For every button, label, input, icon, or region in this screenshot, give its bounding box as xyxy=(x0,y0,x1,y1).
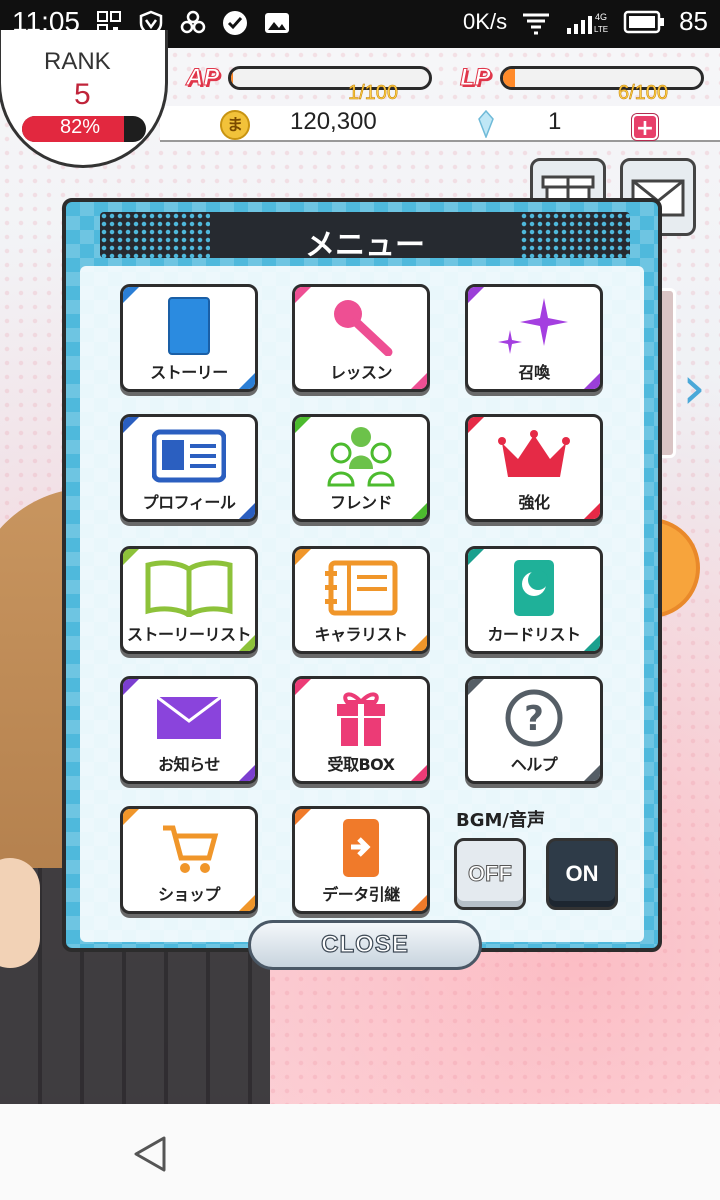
open-book-icon xyxy=(145,560,233,617)
wifi-icon xyxy=(523,13,550,34)
battery-icon xyxy=(623,10,665,33)
menu-item-label: 受取BOX xyxy=(327,755,395,774)
menu-item-label: ヘルプ xyxy=(510,755,558,774)
menu-item-label: カードリスト xyxy=(487,625,581,644)
envelope-icon xyxy=(156,695,222,739)
card-icon xyxy=(514,560,554,616)
menu-item-label: お知らせ xyxy=(158,755,220,774)
menu-item-news[interactable]: お知らせ xyxy=(120,676,258,784)
menu-title: メニュー xyxy=(305,228,425,263)
rank-progress-text: 82% xyxy=(60,116,101,138)
ap-gauge-fill xyxy=(231,69,233,87)
gift-icon xyxy=(337,692,385,746)
navigation-bar xyxy=(0,1104,720,1200)
money-amount: 120,300 xyxy=(290,108,377,135)
menu-item-label: データ引継 xyxy=(322,885,400,904)
check-circle-icon xyxy=(223,11,247,35)
profile-card-icon xyxy=(152,429,226,483)
menu-item-label: キャラリスト xyxy=(314,625,408,644)
character-hand xyxy=(0,858,40,968)
menu-item-summon[interactable]: 召喚 xyxy=(465,284,603,392)
menu-item-story[interactable]: ストーリー xyxy=(120,284,258,392)
crystal-amount: 1 xyxy=(548,108,562,135)
buy-crystal-button[interactable]: + xyxy=(632,114,658,141)
bgm-label: BGM/音声 xyxy=(456,810,545,831)
menu-item-shop[interactable]: ショップ xyxy=(120,806,258,914)
menu-item-help[interactable]: ? ヘルプ xyxy=(465,676,603,784)
book-icon xyxy=(168,297,210,355)
crown-icon xyxy=(498,430,570,477)
bgm-off-button[interactable]: OFF xyxy=(454,838,526,910)
menu-item-profile[interactable]: プロフィール xyxy=(120,414,258,522)
crystal-icon xyxy=(478,110,494,138)
network-speed: 0K/s xyxy=(463,8,508,34)
svg-text:4G: 4G xyxy=(595,12,607,22)
menu-dialog: メニュー ストーリー レッスン 召喚 プロフィール フレンド 強化 ストーリーリ… xyxy=(62,198,662,952)
menu-item-label: レッスン xyxy=(329,363,393,382)
help-icon: ? xyxy=(505,689,563,747)
menu-item-data-transfer[interactable]: データ引継 xyxy=(292,806,430,914)
sparkle-icon xyxy=(498,298,568,354)
signal-icon: 4G LTE xyxy=(567,12,608,34)
link-icon xyxy=(180,10,206,34)
chevron-right-icon[interactable]: › xyxy=(682,348,712,428)
close-button[interactable]: CLOSE xyxy=(248,920,482,970)
menu-item-label: フレンド xyxy=(329,493,393,512)
menu-title-bar: メニュー xyxy=(100,212,630,263)
menu-item-label: ストーリー xyxy=(150,363,228,382)
battery-percent: 85 xyxy=(679,6,708,36)
menu-item-receive-box[interactable]: 受取BOX xyxy=(292,676,430,784)
bgm-on-button[interactable]: ON xyxy=(546,838,618,910)
rank-label: RANK xyxy=(44,48,111,75)
menu-item-story-list[interactable]: ストーリーリスト xyxy=(120,546,258,654)
ap-value: 1/100 xyxy=(348,82,399,105)
phone-transfer-icon xyxy=(343,819,379,877)
svg-text:LTE: LTE xyxy=(594,25,608,34)
menu-item-friend[interactable]: フレンド xyxy=(292,414,430,522)
ap-label: AP xyxy=(185,64,220,92)
lp-value: 6/100 xyxy=(618,82,669,105)
menu-item-chara-list[interactable]: キャラリスト xyxy=(292,546,430,654)
menu-item-lesson[interactable]: レッスン xyxy=(292,284,430,392)
back-icon[interactable] xyxy=(130,1134,170,1174)
menu-item-label: プロフィール xyxy=(142,493,236,512)
menu-item-label: ストーリーリスト xyxy=(126,625,252,644)
menu-item-label: 強化 xyxy=(518,493,550,512)
svg-text:?: ? xyxy=(524,699,544,739)
friends-icon xyxy=(327,427,395,487)
notebook-icon xyxy=(325,560,398,616)
menu-grid: ストーリー レッスン 召喚 プロフィール フレンド 強化 ストーリーリスト キャ… xyxy=(80,266,644,942)
rank-value: 5 xyxy=(74,78,91,111)
lp-gauge xyxy=(500,66,704,90)
coin-icon: ま xyxy=(220,110,250,140)
menu-item-card-list[interactable]: カードリスト xyxy=(465,546,603,654)
image-icon xyxy=(265,13,289,33)
lp-label: LP xyxy=(460,64,492,92)
microphone-icon xyxy=(334,300,393,356)
menu-item-enhance[interactable]: 強化 xyxy=(465,414,603,522)
menu-item-label: ショップ xyxy=(157,885,221,904)
ap-gauge xyxy=(228,66,432,90)
system-indicators: 0K/s 4G LTE 85 xyxy=(463,6,708,37)
menu-item-label: 召喚 xyxy=(518,363,550,382)
lp-gauge-fill xyxy=(503,69,515,87)
cart-icon xyxy=(163,825,219,873)
